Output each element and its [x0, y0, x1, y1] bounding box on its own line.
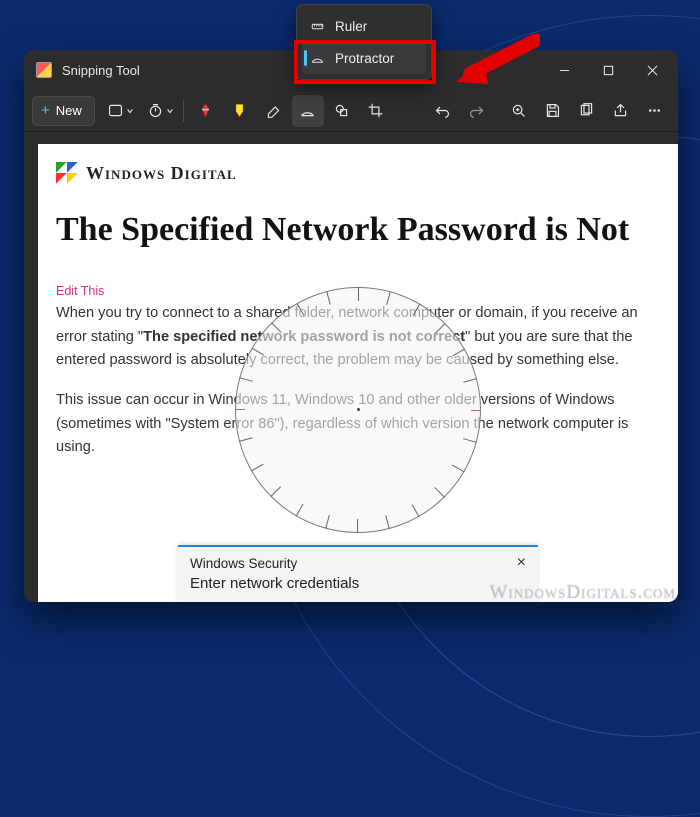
annotation-highlight: [294, 40, 436, 84]
security-dialog-title: Windows Security: [190, 556, 297, 571]
dropdown-item-label: Ruler: [335, 19, 367, 34]
protractor-tick: [239, 437, 253, 442]
protractor-center: [357, 408, 360, 411]
share-button[interactable]: [604, 95, 636, 127]
plus-icon: +: [41, 103, 50, 118]
protractor-tick: [452, 348, 465, 356]
crop-button[interactable]: [360, 95, 392, 127]
protractor-tick: [385, 515, 390, 529]
dropdown-item-ruler[interactable]: Ruler: [302, 10, 426, 42]
pen-button[interactable]: [190, 95, 222, 127]
protractor-tick: [297, 303, 305, 316]
protractor-tick: [326, 291, 331, 305]
page-headline: The Specified Network Password is Not: [56, 210, 660, 250]
protractor-tick: [251, 463, 264, 471]
ruler-icon: [310, 19, 325, 34]
protractor-tick: [325, 515, 330, 529]
more-button[interactable]: [638, 95, 670, 127]
protractor-tick: [251, 347, 264, 355]
save-button[interactable]: [536, 95, 568, 127]
protractor-tick: [235, 409, 245, 410]
canvas[interactable]: Windows Digital The Specified Network Pa…: [38, 144, 678, 602]
app-title: Snipping Tool: [62, 63, 140, 78]
close-button[interactable]: [630, 55, 674, 85]
protractor-tick: [434, 487, 445, 498]
new-button-label: New: [56, 103, 82, 118]
annotation-arrow: [450, 34, 540, 99]
brand-logo-icon: [56, 162, 78, 184]
protractor-overlay[interactable]: [235, 287, 481, 533]
toolbar: + New: [24, 90, 678, 132]
protractor-tick: [270, 486, 281, 497]
brand-text: Windows Digital: [86, 163, 237, 184]
ruler-protractor-button[interactable]: [292, 95, 324, 127]
security-dialog-close-icon[interactable]: ×: [517, 554, 526, 572]
protractor-tick: [463, 438, 477, 443]
shapes-button[interactable]: [326, 95, 358, 127]
eraser-button[interactable]: [258, 95, 290, 127]
divider: [183, 100, 184, 122]
new-button[interactable]: + New: [32, 96, 95, 126]
site-brand: Windows Digital: [56, 162, 660, 184]
protractor-tick: [463, 378, 477, 383]
protractor-tick: [239, 377, 253, 382]
highlighter-button[interactable]: [224, 95, 256, 127]
protractor-tick: [471, 410, 481, 411]
snipping-tool-window: Snipping Tool + New: [24, 50, 678, 602]
protractor-tick: [452, 464, 465, 472]
zoom-button[interactable]: [502, 95, 534, 127]
undo-button[interactable]: [426, 95, 458, 127]
app-icon: [36, 62, 52, 78]
protractor-tick: [357, 519, 358, 533]
protractor-tick: [271, 322, 282, 333]
protractor-tick: [413, 303, 421, 316]
protractor-tick: [358, 287, 359, 301]
security-dialog-subtitle: Enter network credentials: [178, 575, 538, 602]
protractor-tick: [386, 291, 391, 305]
security-dialog: Windows Security × Enter network credent…: [178, 545, 538, 602]
protractor-tick: [435, 323, 446, 334]
copy-button[interactable]: [570, 95, 602, 127]
protractor-tick: [412, 504, 420, 517]
minimize-button[interactable]: [542, 55, 586, 85]
redo-button[interactable]: [460, 95, 492, 127]
protractor-tick: [296, 504, 304, 517]
maximize-button[interactable]: [586, 55, 630, 85]
watermark: WindowsDigitals.com: [489, 581, 676, 603]
delay-button[interactable]: [145, 95, 177, 127]
snip-mode-button[interactable]: [105, 95, 137, 127]
